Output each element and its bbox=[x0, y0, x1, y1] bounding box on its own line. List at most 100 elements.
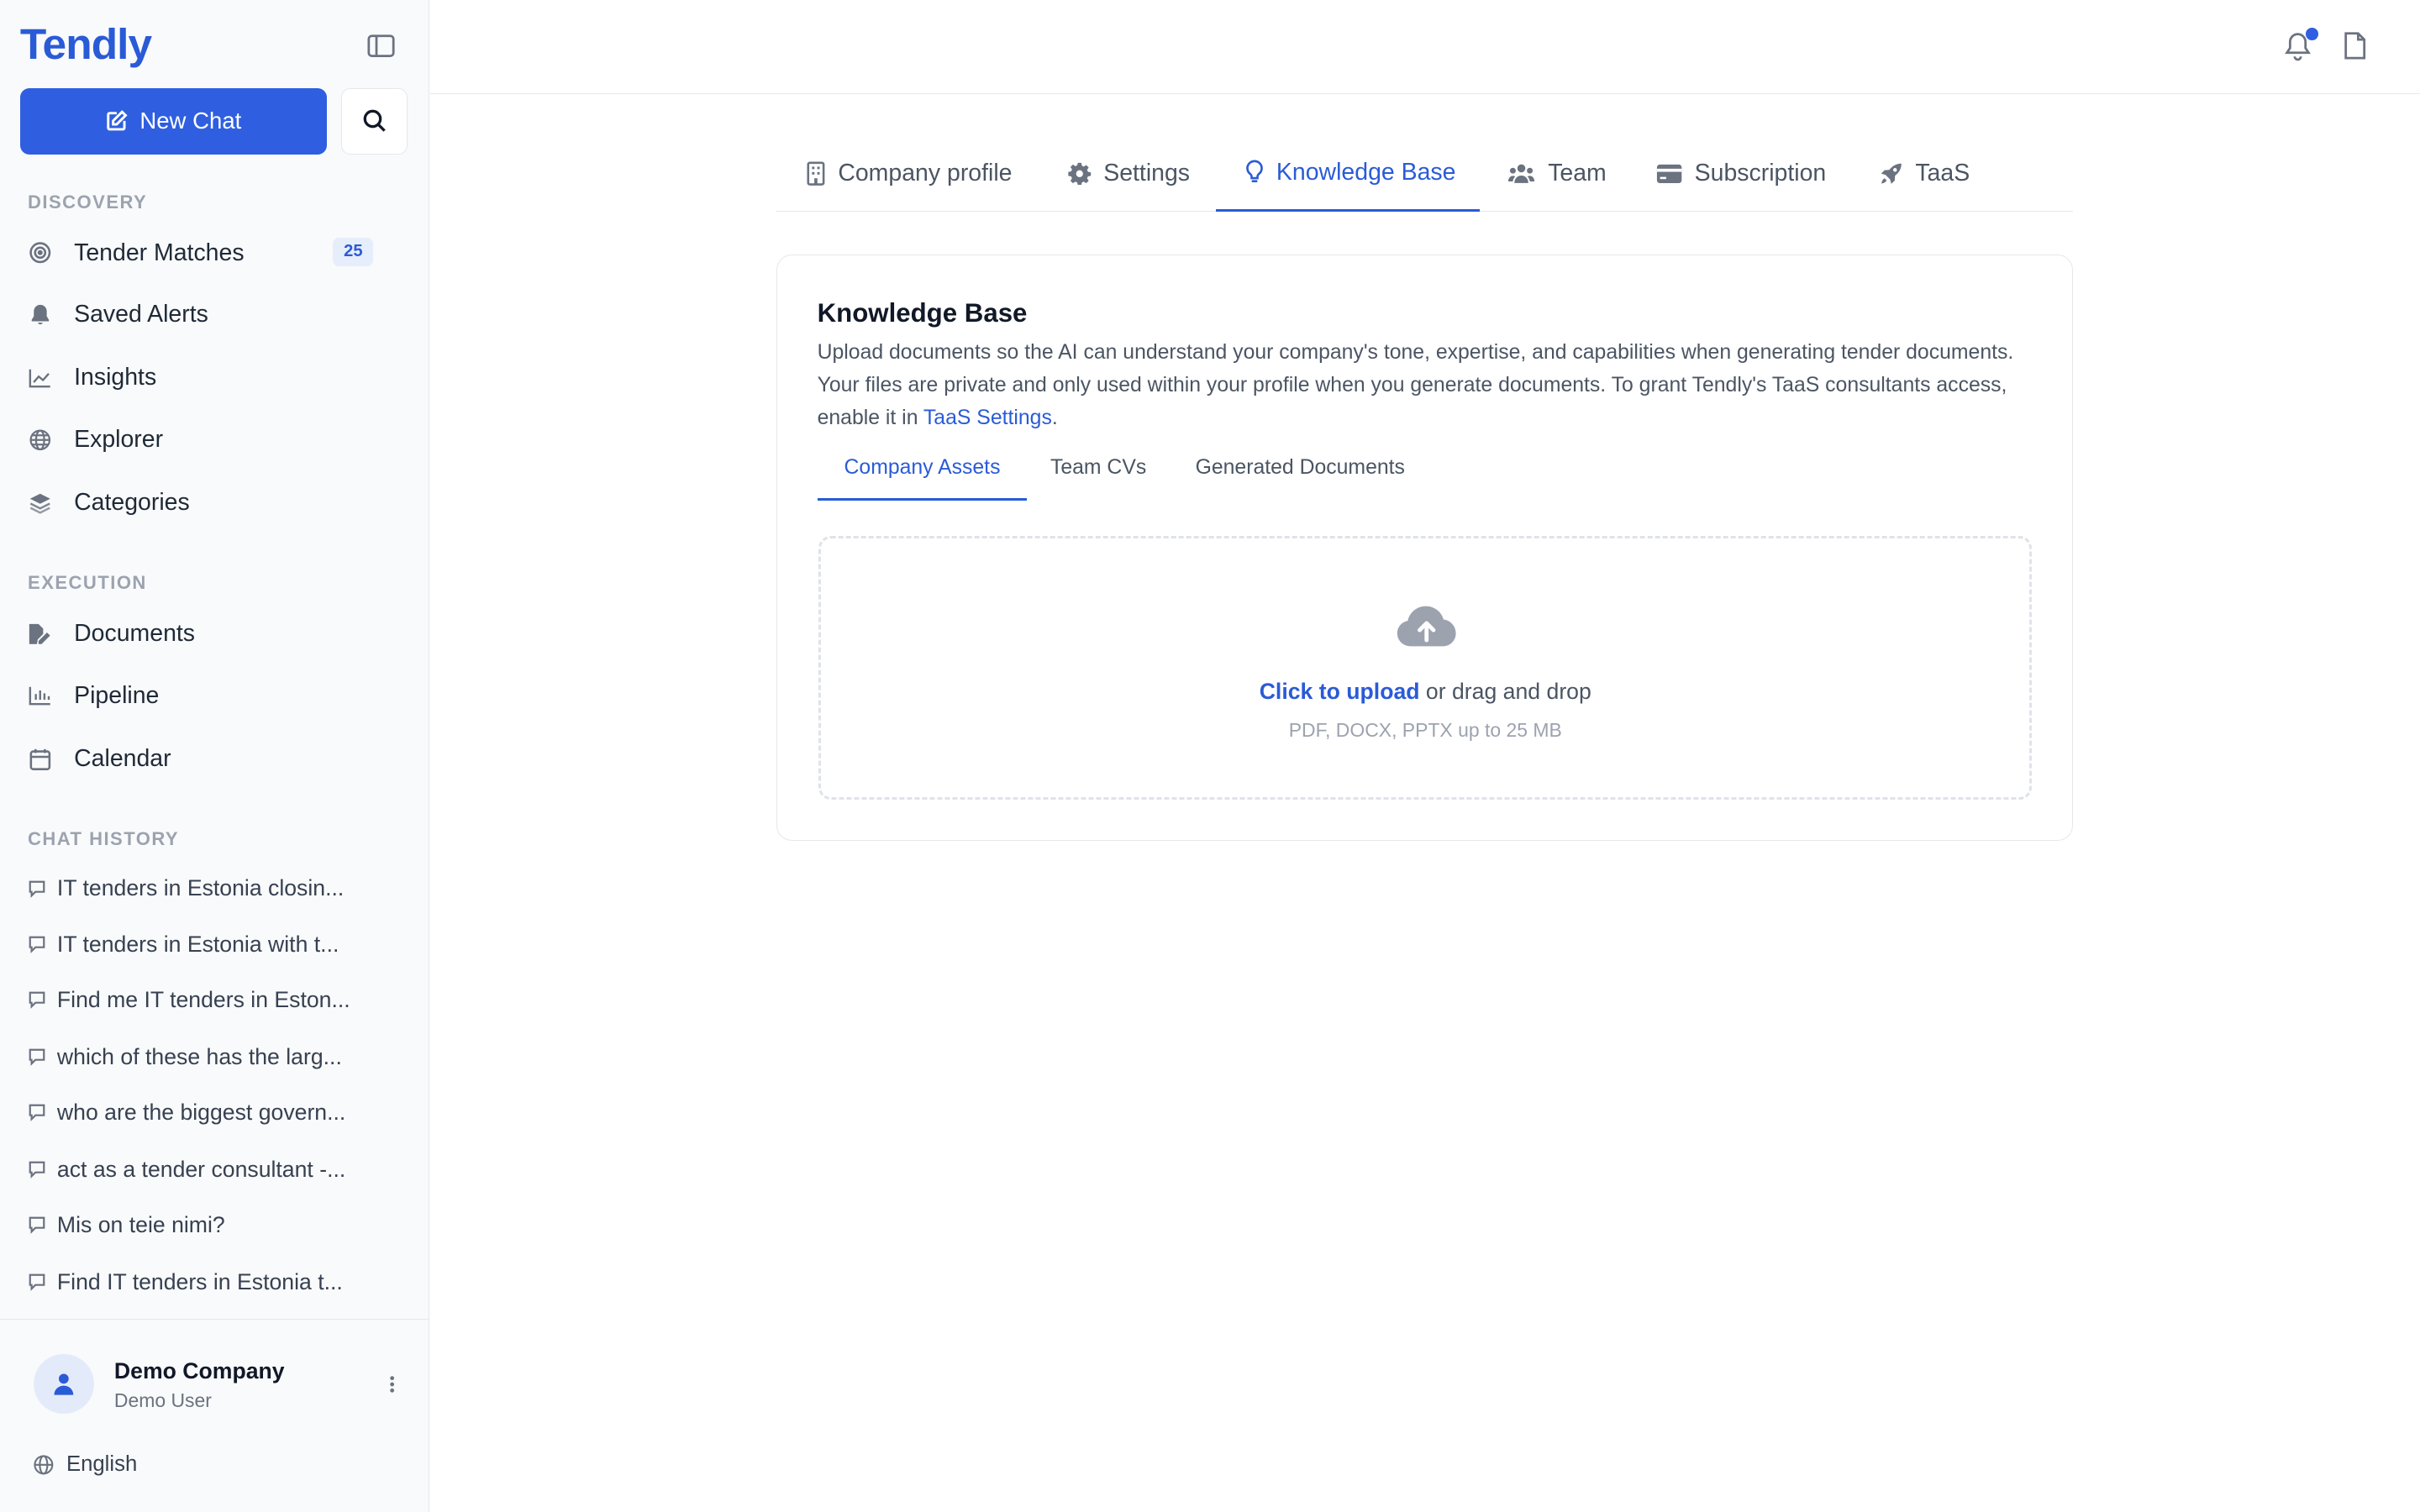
subtab-team-cvs[interactable]: Team CVs bbox=[1050, 449, 1146, 501]
tab-label: TaaS bbox=[1915, 160, 1970, 187]
sidebar-item-label: Categories bbox=[74, 489, 190, 517]
chat-history-item[interactable]: Find IT tenders in Estonia t... bbox=[28, 1263, 392, 1300]
message-icon bbox=[29, 991, 45, 1010]
file-icon bbox=[2344, 32, 2366, 60]
credit-card-icon bbox=[1656, 164, 1682, 183]
sidebar-panel-icon bbox=[367, 34, 395, 58]
sidebar-toggle-button[interactable] bbox=[364, 31, 397, 62]
bell-icon bbox=[28, 302, 52, 327]
message-icon bbox=[29, 1104, 45, 1122]
new-chat-button[interactable]: New Chat bbox=[19, 87, 328, 155]
edit-icon bbox=[107, 110, 128, 131]
sidebar-item-explorer[interactable]: Explorer bbox=[28, 417, 376, 463]
language-label: English bbox=[66, 1452, 138, 1477]
execution-section-label: EXECUTION bbox=[28, 572, 147, 594]
knowledge-base-card: Knowledge Base Upload documents so the A… bbox=[776, 255, 2073, 841]
more-vertical-icon bbox=[390, 1376, 394, 1394]
user-menu-button[interactable] bbox=[381, 1369, 403, 1400]
sidebar-item-label: Pipeline bbox=[74, 681, 160, 709]
tab-subscription[interactable]: Subscription bbox=[1656, 136, 1826, 212]
chat-history-section-label: CHAT HISTORY bbox=[28, 828, 180, 850]
sidebar-item-calendar[interactable]: Calendar bbox=[28, 736, 376, 782]
chat-history-item[interactable]: which of these has the larg... bbox=[28, 1038, 392, 1075]
building-icon bbox=[807, 161, 825, 186]
subtab-company-assets[interactable]: Company Assets bbox=[817, 449, 1028, 501]
chat-history-label: act as a tender consultant -... bbox=[56, 1156, 346, 1182]
notification-dot bbox=[2306, 28, 2318, 40]
card-description: Upload documents so the AI can understan… bbox=[818, 337, 2022, 434]
subtab-generated-documents[interactable]: Generated Documents bbox=[1196, 449, 1405, 501]
sidebar-item-label: Tender Matches bbox=[74, 239, 245, 266]
notifications-button[interactable] bbox=[2284, 28, 2318, 62]
documents-button[interactable] bbox=[2343, 31, 2370, 62]
sidebar-item-insights[interactable]: Insights bbox=[28, 354, 376, 401]
gear-icon bbox=[1068, 162, 1092, 186]
user-profile-section: Demo Company Demo User English bbox=[0, 1319, 429, 1512]
tab-team[interactable]: Team bbox=[1507, 136, 1607, 212]
file-edit-icon bbox=[28, 622, 52, 646]
chat-history-item[interactable]: Find me IT tenders in Eston... bbox=[28, 981, 392, 1018]
user-role: Demo User bbox=[113, 1389, 212, 1412]
user-name: Demo Company bbox=[113, 1358, 285, 1384]
tab-settings[interactable]: Settings bbox=[1068, 136, 1190, 212]
target-icon bbox=[28, 241, 52, 265]
tab-label: Team bbox=[1548, 160, 1607, 187]
language-selector[interactable]: English bbox=[33, 1452, 138, 1477]
tab-label: Settings bbox=[1103, 160, 1191, 187]
description-end: . bbox=[1051, 406, 1058, 429]
bar-chart-icon bbox=[28, 684, 52, 708]
lightbulb-icon bbox=[1246, 160, 1264, 183]
chat-history-label: Find me IT tenders in Eston... bbox=[56, 986, 350, 1012]
avatar[interactable] bbox=[34, 1353, 95, 1415]
chat-history-item[interactable]: who are the biggest govern... bbox=[28, 1094, 392, 1131]
chat-history-item[interactable]: act as a tender consultant -... bbox=[28, 1151, 392, 1188]
message-icon bbox=[29, 1048, 45, 1067]
chat-history-item[interactable]: IT tenders in Estonia with t... bbox=[28, 926, 392, 963]
new-chat-label: New Chat bbox=[139, 108, 242, 134]
chat-history-label: Find IT tenders in Estonia t... bbox=[56, 1268, 343, 1294]
globe-icon bbox=[33, 1455, 53, 1475]
sidebar-item-label: Calendar bbox=[74, 745, 171, 773]
discovery-section-label: DISCOVERY bbox=[28, 191, 148, 213]
message-icon bbox=[29, 880, 45, 898]
sidebar-item-saved-alerts[interactable]: Saved Alerts bbox=[28, 291, 376, 338]
sidebar-item-documents[interactable]: Documents bbox=[28, 611, 376, 657]
settings-tabs: Company profile Settings Knowledge Base … bbox=[776, 136, 2073, 212]
chat-history-item[interactable]: IT tenders in Estonia closin... bbox=[28, 870, 392, 907]
message-icon bbox=[29, 1273, 45, 1292]
sidebar-item-tender-matches[interactable]: Tender Matches 25 bbox=[28, 230, 376, 276]
sidebar-item-label: Explorer bbox=[74, 425, 164, 453]
file-dropzone[interactable]: Click to upload or drag and drop PDF, DO… bbox=[818, 536, 2033, 801]
sidebar-item-pipeline[interactable]: Pipeline bbox=[28, 673, 376, 719]
drag-drop-text: or drag and drop bbox=[1419, 679, 1591, 705]
tab-knowledge-base[interactable]: Knowledge Base bbox=[1216, 136, 1481, 212]
click-to-upload-link[interactable]: Click to upload bbox=[1260, 679, 1420, 704]
message-icon bbox=[29, 1161, 45, 1179]
app-logo[interactable]: Tendly bbox=[20, 18, 152, 69]
line-chart-icon bbox=[28, 365, 52, 390]
tab-taas[interactable]: TaaS bbox=[1880, 136, 1970, 212]
search-button[interactable] bbox=[340, 87, 408, 155]
sidebar-item-label: Documents bbox=[74, 620, 196, 648]
card-title: Knowledge Base bbox=[817, 298, 1028, 328]
sidebar-item-label: Saved Alerts bbox=[74, 301, 208, 328]
rocket-icon bbox=[1881, 163, 1902, 184]
calendar-icon bbox=[28, 747, 52, 771]
taas-settings-link[interactable]: TaaS Settings bbox=[923, 407, 1052, 429]
sidebar: Tendly New Chat DISCOVERY Tender Matches… bbox=[0, 0, 429, 1512]
search-icon bbox=[363, 110, 386, 133]
chat-history-label: which of these has the larg... bbox=[56, 1043, 342, 1069]
chat-history-label: IT tenders in Estonia closin... bbox=[56, 875, 345, 901]
top-bar bbox=[430, 0, 2420, 95]
tab-company-profile[interactable]: Company profile bbox=[806, 136, 1013, 212]
chat-history-label: Mis on teie nimi? bbox=[56, 1211, 225, 1237]
chat-history-item[interactable]: Mis on teie nimi? bbox=[28, 1206, 392, 1243]
users-icon bbox=[1508, 164, 1535, 183]
tab-label: Knowledge Base bbox=[1276, 158, 1456, 186]
sidebar-item-categories[interactable]: Categories bbox=[28, 480, 376, 526]
chat-history-label: who are the biggest govern... bbox=[56, 1099, 346, 1125]
message-icon bbox=[29, 1216, 45, 1235]
tab-label: Company profile bbox=[838, 160, 1013, 187]
message-icon bbox=[29, 936, 45, 953]
layers-icon bbox=[28, 491, 52, 515]
